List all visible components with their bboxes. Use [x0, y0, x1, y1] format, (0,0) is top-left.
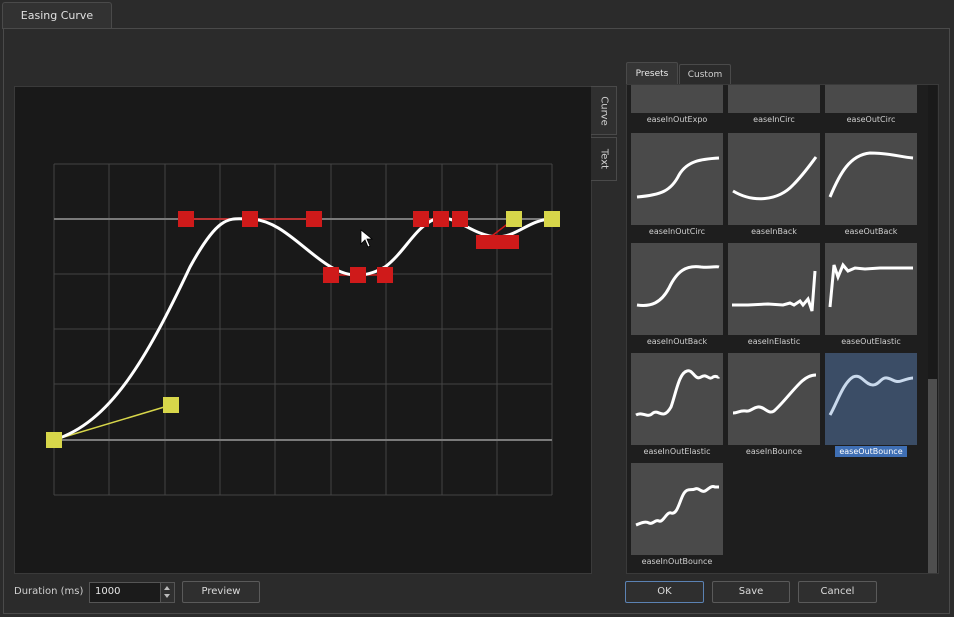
curve-canvas[interactable]	[15, 87, 591, 573]
preset-tile[interactable]: easeOutCirc	[825, 85, 917, 127]
preset-thumbnail	[631, 463, 723, 555]
preset-tile[interactable]: easeInOutCirc	[631, 133, 723, 239]
tab-curve[interactable]: Curve	[591, 86, 617, 135]
scrollbar-thumb[interactable]	[928, 379, 937, 573]
preset-thumbnail	[825, 243, 917, 335]
preset-tile[interactable]: easeInBounce	[728, 353, 820, 459]
preset-label: easeInBack	[751, 227, 797, 236]
preset-tile[interactable]: easeInBack	[728, 133, 820, 239]
tab-custom[interactable]: Custom	[679, 64, 731, 84]
spin-arrows[interactable]	[160, 583, 174, 602]
preset-thumbnail	[728, 133, 820, 225]
preset-label: easeInOutBack	[646, 337, 708, 346]
preset-tile[interactable]: easeInOutBack	[631, 243, 723, 349]
preset-label: easeInOutElastic	[643, 447, 711, 456]
preset-thumbnail	[631, 133, 723, 225]
control-handle	[350, 267, 366, 283]
control-handle	[413, 211, 429, 227]
start-point-handle	[46, 432, 62, 448]
control-handle	[452, 211, 468, 227]
window-tab[interactable]: Easing Curve Editor	[2, 2, 112, 48]
preview-button[interactable]: Preview	[182, 581, 260, 603]
duration-value[interactable]: 1000	[95, 586, 120, 597]
control-handles[interactable]	[178, 211, 519, 283]
preset-tile[interactable]: easeOutBack	[825, 133, 917, 239]
preset-gallery[interactable]: easeInOutExpo easeInCirc easeOutCirc eas…	[626, 84, 939, 574]
preset-tile[interactable]: easeInElastic	[728, 243, 820, 349]
preset-label: easeInOutCirc	[648, 227, 706, 236]
grid	[53, 163, 553, 496]
preset-label: easeOutBounce	[825, 445, 917, 459]
preset-label: easeInElastic	[747, 337, 801, 346]
control-handle	[476, 235, 519, 249]
preset-label: easeOutBack	[844, 227, 898, 236]
preset-tile[interactable]: easeOutElastic	[825, 243, 917, 349]
arrow-up-icon[interactable]	[164, 586, 170, 590]
duration-spinbox[interactable]: 1000	[89, 582, 175, 603]
preset-thumbnail	[728, 243, 820, 335]
preset-thumbnail	[631, 243, 723, 335]
preset-thumbnail	[825, 85, 917, 113]
control-handle	[377, 267, 393, 283]
preset-thumbnail	[728, 85, 820, 113]
control-handle	[178, 211, 194, 227]
curve-editor[interactable]	[14, 86, 592, 574]
preset-label: easeInBounce	[745, 447, 803, 456]
tab-text[interactable]: Text	[591, 137, 617, 181]
end-tangent-handle	[506, 211, 522, 227]
control-handle	[306, 211, 322, 227]
preset-thumbnail	[825, 133, 917, 225]
cancel-button[interactable]: Cancel	[798, 581, 877, 603]
gallery-scrollbar[interactable]	[928, 85, 937, 573]
preset-label: easeInOutBounce	[641, 557, 713, 566]
preset-label: easeInCirc	[753, 115, 795, 124]
preset-tile-selected[interactable]: easeOutBounce	[825, 353, 917, 459]
preset-tile[interactable]: easeInCirc	[728, 85, 820, 127]
preset-thumbnail	[728, 353, 820, 445]
arrow-down-icon[interactable]	[164, 594, 170, 598]
save-button[interactable]: Save	[712, 581, 790, 603]
preset-label: easeOutCirc	[846, 115, 896, 124]
preset-thumbnail	[631, 85, 723, 113]
control-handle	[242, 211, 258, 227]
preset-tile[interactable]: easeInOutBounce	[631, 463, 723, 569]
tab-presets[interactable]: Presets	[626, 62, 678, 84]
mouse-cursor-icon	[360, 229, 374, 248]
end-point-handle	[544, 211, 560, 227]
ok-button[interactable]: OK	[625, 581, 704, 603]
control-handle	[323, 267, 339, 283]
preset-thumbnail	[825, 353, 917, 445]
preset-thumbnail	[631, 353, 723, 445]
preset-label: easeOutElastic	[841, 337, 901, 346]
start-tangent-handle	[163, 397, 179, 413]
preset-tile[interactable]: easeInOutExpo	[631, 85, 723, 127]
preset-tile[interactable]: easeInOutElastic	[631, 353, 723, 459]
duration-label: Duration (ms)	[14, 586, 84, 597]
control-handle	[433, 211, 449, 227]
preset-label: easeInOutExpo	[646, 115, 708, 124]
